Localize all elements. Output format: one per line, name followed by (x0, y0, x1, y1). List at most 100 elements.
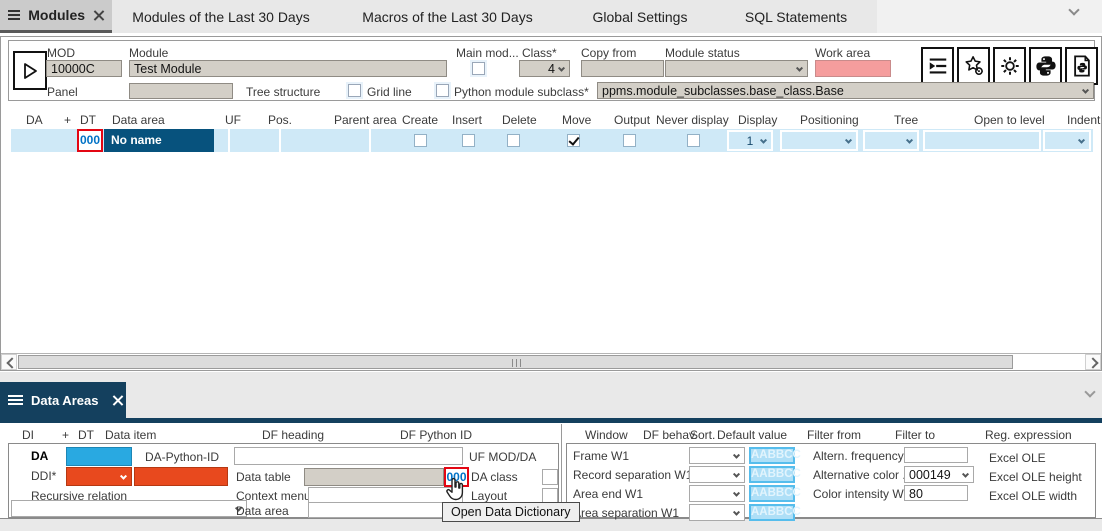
col-display: Display (738, 113, 777, 127)
data-area-name-cell[interactable]: No name (104, 129, 214, 152)
frame-w1-label: Frame W1 (573, 449, 629, 463)
tab-modules-label: Modules (28, 7, 85, 23)
work-area-field[interactable] (815, 60, 891, 77)
alternative-color-select[interactable]: 000149 (904, 466, 974, 483)
module-status-select[interactable] (665, 60, 808, 77)
scrollbar-thumb[interactable] (18, 355, 1013, 369)
chevron-down-icon (120, 472, 127, 479)
data-area-row[interactable]: 000 No name 1 (11, 129, 1093, 152)
data-table-label: Data table (236, 470, 291, 484)
record-separation-w1-label: Record separation W1 (573, 468, 692, 482)
area-separation-color-field[interactable]: AABBCC (749, 504, 795, 521)
insert-checkbox[interactable] (462, 134, 475, 147)
chevron-down-icon (962, 470, 969, 477)
bcol-data-item: Data item (105, 428, 156, 442)
tab-label: Modules of the Last 30 Days (132, 9, 309, 25)
close-tab-icon[interactable] (93, 10, 102, 21)
altern-frequency-input[interactable] (904, 447, 968, 463)
display-select[interactable]: 1 (727, 130, 773, 151)
chevron-left-icon (6, 357, 17, 368)
tooltip-open-data-dictionary: Open Data Dictionary (442, 502, 580, 522)
tab-data-areas[interactable]: Data Areas (0, 382, 126, 418)
tab-label: SQL Statements (745, 9, 847, 25)
layout-label: Layout (471, 489, 507, 503)
panel-accent-bar (0, 418, 1102, 423)
frame-w1-color-field[interactable]: AABBCC (749, 447, 795, 464)
python-icon (1035, 55, 1057, 77)
module-name-input[interactable]: Test Module (129, 60, 447, 77)
run-module-button[interactable] (13, 51, 47, 90)
col-plus: + (64, 113, 71, 127)
tab-modules[interactable]: Modules (0, 0, 112, 33)
area-end-color-field[interactable]: AABBCC (749, 485, 795, 502)
area-separation-w1-label: Area separation W1 (573, 506, 679, 520)
chevron-down-icon (796, 64, 803, 71)
module-status-label: Module status (665, 46, 740, 60)
data-table-input[interactable] (304, 468, 444, 486)
main-mod-label: Main mod... (456, 46, 519, 60)
python-subclass-value: ppms.module_subclasses.base_class.Base (602, 84, 844, 98)
da-python-id-input[interactable] (234, 447, 463, 465)
class-select[interactable]: 4 (519, 60, 570, 77)
close-tab-icon[interactable] (112, 395, 123, 406)
settings-button[interactable] (993, 47, 1026, 85)
ddi-label: DDI* (31, 469, 56, 483)
col-dt: DT (80, 113, 96, 127)
panel-input[interactable] (129, 83, 233, 99)
excel-ole-width-label: Excel OLE width (989, 489, 1077, 503)
col-open-to-level: Open to level (974, 113, 1045, 127)
tab-modules-last-30-days[interactable]: Modules of the Last 30 Days (112, 0, 330, 33)
ddi-select[interactable] (66, 467, 132, 486)
run-macro-list-button[interactable] (921, 47, 954, 85)
mod-input[interactable]: 10000C (46, 60, 122, 77)
record-separation-color-field[interactable]: AABBCC (749, 466, 795, 483)
horizontal-scrollbar[interactable] (1, 353, 1101, 370)
python-button[interactable] (1029, 47, 1062, 85)
tab-sql-statements[interactable]: SQL Statements (715, 0, 877, 33)
grip (512, 359, 513, 367)
main-mod-checkbox[interactable] (472, 62, 485, 75)
python-subclass-checkbox[interactable] (436, 84, 449, 97)
tab-label: Macros of the Last 30 Days (362, 9, 532, 25)
gear-icon (999, 55, 1021, 77)
class-label: Class* (522, 46, 557, 60)
delete-checkbox[interactable] (507, 134, 520, 147)
data-area-input[interactable] (308, 502, 463, 518)
tree-select[interactable] (863, 130, 919, 151)
create-checkbox[interactable] (414, 134, 427, 147)
color-intensity-input[interactable]: 80 (904, 485, 968, 501)
special-functions-button[interactable] (957, 47, 990, 85)
scroll-right-button[interactable] (1085, 354, 1101, 370)
python-subclass-label: Python module subclass* (454, 85, 589, 99)
menu-icon[interactable] (8, 8, 20, 22)
module-form-panel: MOD 10000C Module Test Module Main mod..… (8, 40, 1095, 101)
col-move: Move (562, 113, 591, 127)
frame-w1-select[interactable] (689, 447, 745, 464)
move-checkbox[interactable] (567, 134, 580, 147)
output-checkbox[interactable] (623, 134, 636, 147)
positioning-select[interactable] (780, 130, 858, 151)
open-to-level-cell[interactable] (923, 130, 1041, 151)
record-separation-select[interactable] (689, 466, 745, 483)
tab-data-areas-label: Data Areas (31, 393, 98, 408)
python-subclass-select[interactable]: ppms.module_subclasses.base_class.Base (597, 82, 1094, 99)
da-class-input[interactable] (542, 469, 558, 485)
module-editor-section: MOD 10000C Module Test Module Main mod..… (0, 36, 1102, 371)
never-display-checkbox[interactable] (687, 134, 700, 147)
recursive-relation-select[interactable] (11, 500, 247, 517)
area-end-select[interactable] (689, 485, 745, 502)
tab-macros-last-30-days[interactable]: Macros of the Last 30 Days (330, 0, 565, 33)
dt-cell[interactable]: 000 (77, 129, 103, 152)
copy-from-input[interactable] (581, 60, 664, 77)
menu-icon[interactable] (8, 393, 23, 407)
ddi-field[interactable] (134, 467, 228, 486)
grid-line-checkbox[interactable] (348, 84, 361, 97)
col-uf: UF (225, 113, 241, 127)
tab-global-settings[interactable]: Global Settings (565, 0, 715, 33)
python-file-button[interactable] (1065, 47, 1098, 85)
scroll-left-button[interactable] (1, 354, 17, 370)
area-separation-select[interactable] (689, 504, 745, 521)
bcol-dt: DT (78, 428, 94, 442)
indent-select[interactable] (1043, 130, 1091, 151)
bottom-chevron-down-icon[interactable] (1084, 386, 1095, 397)
